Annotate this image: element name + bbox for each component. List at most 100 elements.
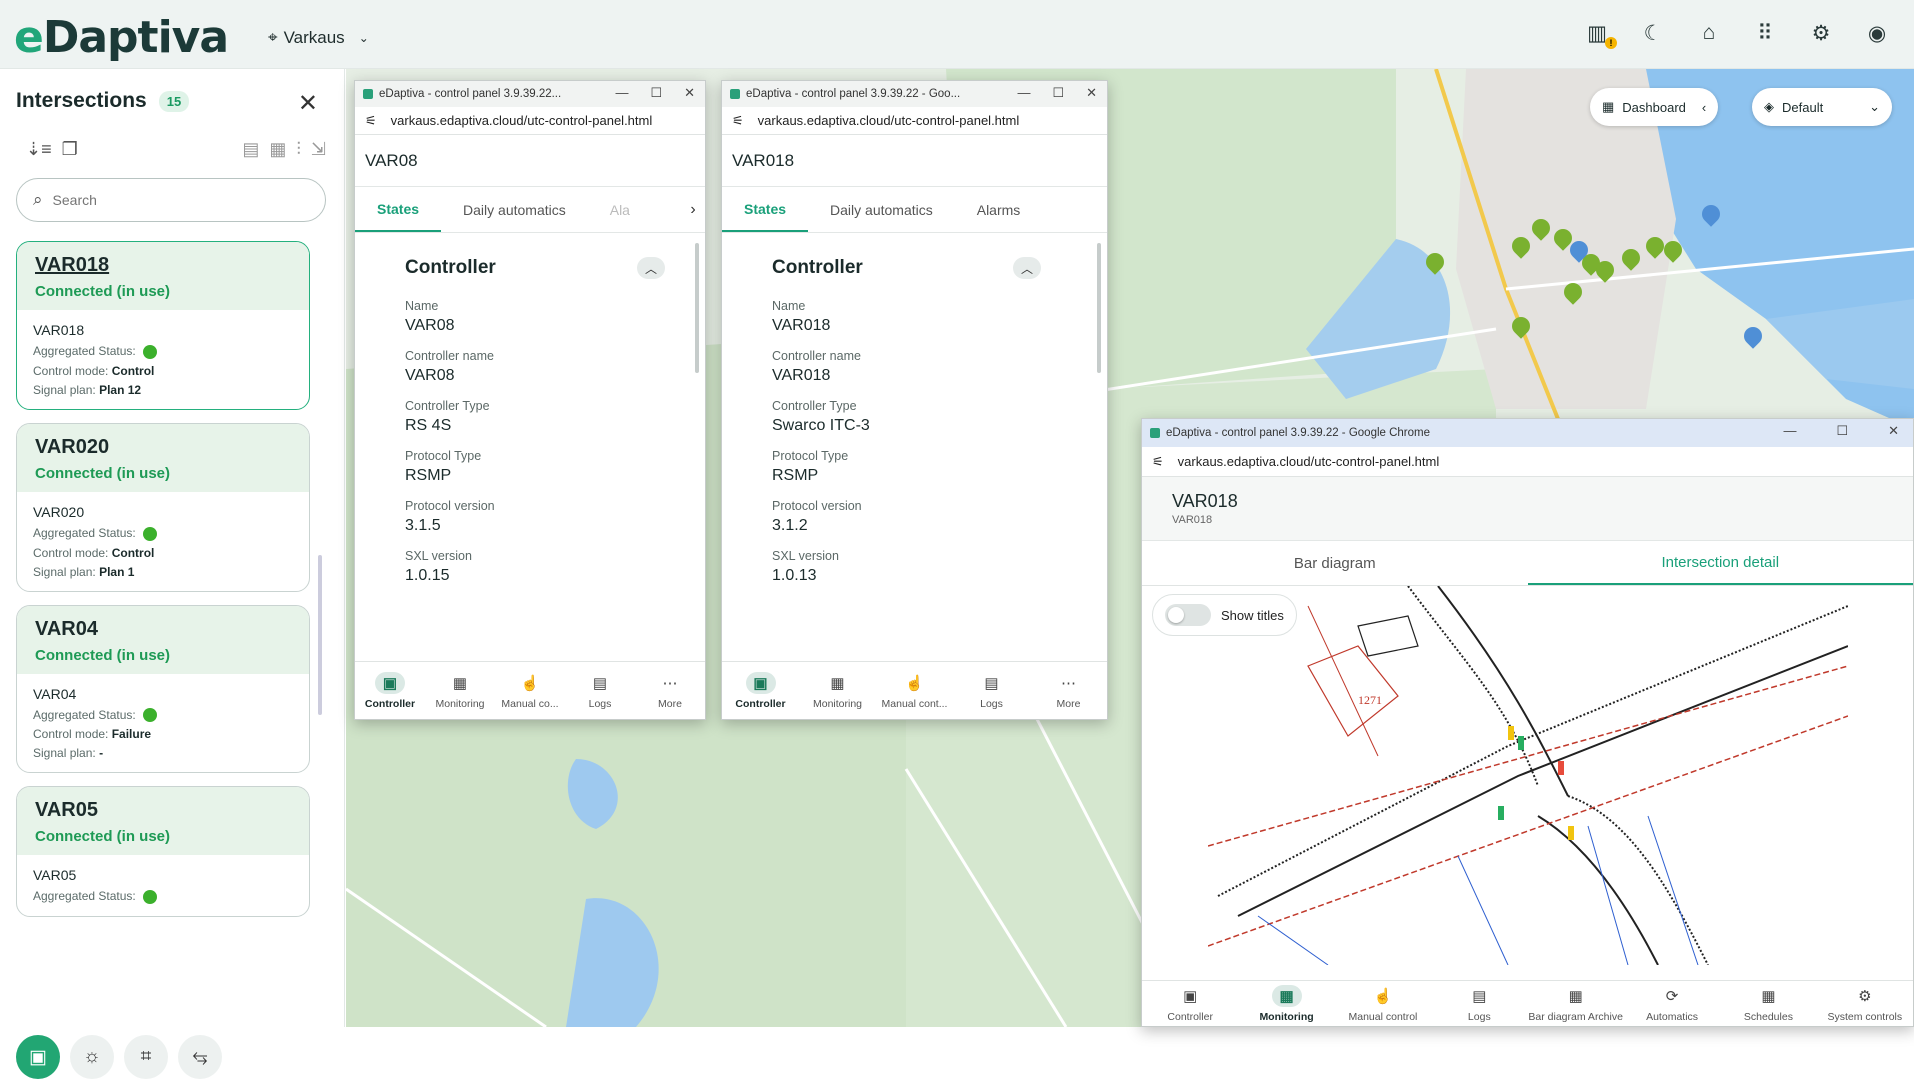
- toggle-switch[interactable]: [1165, 604, 1211, 626]
- route-icon[interactable]: ⌗: [124, 1035, 168, 1079]
- intersection-marker[interactable]: [1646, 237, 1664, 259]
- home-icon[interactable]: ⌂: [1696, 20, 1722, 46]
- site-settings-icon[interactable]: ⚟: [365, 113, 377, 129]
- collapse-icon[interactable]: ︿: [1013, 257, 1041, 279]
- intersection-marker[interactable]: [1512, 237, 1530, 259]
- tab-alarms[interactable]: Alarms: [955, 187, 1043, 232]
- footer-logs[interactable]: ▤ Logs: [1431, 981, 1527, 1026]
- maximize-icon[interactable]: ☐: [1836, 423, 1848, 439]
- apps-grid-icon[interactable]: ⠿: [1752, 20, 1778, 46]
- footer-controller[interactable]: ▣ Controller: [1142, 981, 1238, 1026]
- intersection-marker[interactable]: [1744, 327, 1762, 349]
- traffic-light-icon[interactable]: ▣: [16, 1035, 60, 1079]
- tab-alarms[interactable]: Ala: [588, 187, 652, 232]
- intersection-card[interactable]: VAR05 Connected (in use) VAR05 Aggregated…: [16, 786, 310, 918]
- grid-view-icon[interactable]: ▦: [269, 139, 286, 160]
- intersection-marker[interactable]: [1622, 249, 1640, 271]
- sliders-icon[interactable]: ⫶: [296, 139, 301, 160]
- stack-icon[interactable]: ❐: [62, 139, 78, 160]
- close-icon[interactable]: ✕: [1888, 423, 1899, 439]
- maximize-icon[interactable]: ☐: [1052, 85, 1064, 101]
- tab-daily-automatics[interactable]: Daily automatics: [441, 187, 588, 232]
- close-icon[interactable]: ✕: [684, 85, 695, 101]
- footer-manual-control[interactable]: ☝ Manual cont...: [876, 662, 953, 719]
- intersection-card[interactable]: VAR018 Connected (in use) VAR018 Aggregat…: [16, 241, 310, 410]
- footer-more[interactable]: ⋯ More: [1030, 662, 1107, 719]
- card-name[interactable]: VAR05: [35, 799, 291, 822]
- minimize-icon[interactable]: —: [1783, 423, 1796, 439]
- panel-scrollbar[interactable]: [695, 243, 699, 373]
- site-settings-icon[interactable]: ⚟: [1152, 454, 1164, 470]
- footer-manual-control[interactable]: ☝ Manual co...: [495, 662, 565, 719]
- footer-bar-diagram-archive[interactable]: ▦ Bar diagram Archive: [1528, 981, 1624, 1026]
- collapse-icon[interactable]: ⇲: [311, 139, 326, 160]
- footer-monitoring[interactable]: ▦ Monitoring: [799, 662, 876, 719]
- collapse-icon[interactable]: ︿: [637, 257, 665, 279]
- sort-icon[interactable]: ⇣≡: [26, 139, 52, 160]
- minimize-icon[interactable]: —: [615, 85, 628, 101]
- layer-selector[interactable]: ◈ Default ⌄: [1752, 88, 1892, 126]
- sidebar-scrollbar[interactable]: [318, 555, 322, 715]
- account-icon[interactable]: ◉: [1864, 20, 1890, 46]
- site-settings-icon[interactable]: ⚟: [732, 113, 744, 129]
- footer-manual-control[interactable]: ☝ Manual control: [1335, 981, 1431, 1026]
- traffic-light-icon: ▣: [745, 671, 776, 694]
- show-titles-toggle[interactable]: Show titles: [1152, 594, 1297, 636]
- footer-logs[interactable]: ▤ Logs: [565, 662, 635, 719]
- gear-icon[interactable]: ⚙: [1808, 20, 1834, 46]
- footer-system-controls[interactable]: ⚙ System controls: [1817, 981, 1913, 1026]
- card-name[interactable]: VAR04: [35, 618, 291, 641]
- intersection-marker[interactable]: [1570, 241, 1588, 263]
- footer-monitoring[interactable]: ▦ Monitoring: [1238, 981, 1334, 1026]
- card-name[interactable]: VAR018: [35, 254, 291, 277]
- field-value: 3.1.2: [772, 517, 808, 534]
- intersection-marker[interactable]: [1512, 317, 1530, 339]
- grid-icon: ▦: [452, 674, 468, 692]
- footer-more[interactable]: ⋯ More: [635, 662, 705, 719]
- footer-automatics[interactable]: ⟳ Automatics: [1624, 981, 1720, 1026]
- intersection-marker[interactable]: [1532, 219, 1550, 241]
- tab-bar-diagram[interactable]: Bar diagram: [1142, 541, 1528, 585]
- search-input[interactable]: [52, 192, 283, 208]
- close-icon[interactable]: ✕: [298, 89, 318, 118]
- footer-controller[interactable]: ▣ Controller: [722, 662, 799, 719]
- footer-schedules[interactable]: ▦ Schedules: [1720, 981, 1816, 1026]
- path-icon[interactable]: ⥃: [178, 1035, 222, 1079]
- address-bar[interactable]: ⚟ varkaus.edaptiva.cloud/utc-control-pane…: [722, 107, 1107, 135]
- location-selector[interactable]: ⌖ Varkaus ⌄: [268, 28, 369, 48]
- close-icon[interactable]: ✕: [1086, 85, 1097, 101]
- panel-scrollbar[interactable]: [1097, 243, 1101, 373]
- search-box[interactable]: ⌕: [16, 178, 326, 222]
- moon-icon[interactable]: ☾: [1640, 20, 1666, 46]
- address-bar[interactable]: ⚟ varkaus.edaptiva.cloud/utc-control-pane…: [1142, 447, 1913, 477]
- maximize-icon[interactable]: ☐: [650, 85, 662, 101]
- card-view-icon[interactable]: ▤: [242, 139, 259, 160]
- footer-logs[interactable]: ▤ Logs: [953, 662, 1030, 719]
- intersection-marker[interactable]: [1596, 261, 1614, 283]
- favicon-icon: [363, 89, 373, 99]
- intersection-marker[interactable]: [1564, 283, 1582, 305]
- toggle-label: Show titles: [1221, 607, 1284, 623]
- tab-states[interactable]: States: [355, 187, 442, 232]
- intersection-marker[interactable]: [1426, 253, 1444, 275]
- card-name[interactable]: VAR020: [35, 436, 291, 459]
- address-bar[interactable]: ⚟ varkaus.edaptiva.cloud/utc-control-pane…: [355, 107, 705, 135]
- footer-controller[interactable]: ▣ Controller: [355, 662, 425, 719]
- intersection-card[interactable]: VAR04 Connected (in use) VAR04 Aggregated…: [16, 604, 310, 774]
- intersection-card[interactable]: VAR020 Connected (in use) VAR020 Aggregat…: [16, 422, 310, 592]
- intersection-marker[interactable]: [1664, 241, 1682, 263]
- tab-states[interactable]: States: [722, 187, 809, 232]
- footer-monitoring[interactable]: ▦ Monitoring: [425, 662, 495, 719]
- sun-icon[interactable]: ☼: [70, 1035, 114, 1079]
- dashboard-button[interactable]: ▦ Dashboard ‹: [1590, 88, 1719, 126]
- tab-bar: States Daily automatics Ala ›: [355, 187, 705, 233]
- traffic-map-icon[interactable]: ▥!: [1584, 20, 1617, 49]
- intersection-drawing-area[interactable]: Show titles 1271: [1142, 586, 1913, 965]
- edaptiva-logo[interactable]: eDaptiva: [14, 12, 229, 63]
- tab-intersection-detail[interactable]: Intersection detail: [1527, 541, 1913, 585]
- tab-daily-automatics[interactable]: Daily automatics: [808, 187, 955, 232]
- chevron-right-icon[interactable]: ›: [681, 187, 705, 232]
- footer-label: Controller: [364, 697, 416, 710]
- intersection-marker[interactable]: [1702, 205, 1720, 227]
- minimize-icon[interactable]: —: [1017, 85, 1030, 101]
